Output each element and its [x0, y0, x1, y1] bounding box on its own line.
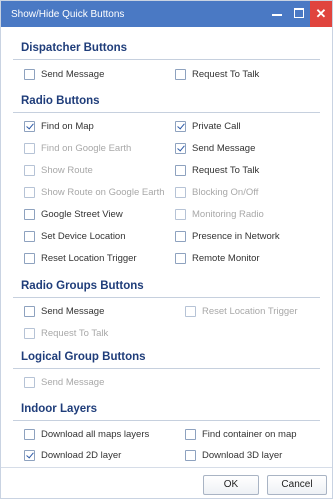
- checkbox-label: Send Message: [41, 306, 105, 317]
- checkbox-label: Google Street View: [41, 209, 123, 220]
- section-title-logical-group-buttons: Logical Group Buttons: [21, 351, 146, 363]
- checkbox-label: Request To Talk: [41, 328, 109, 339]
- checkbox-box[interactable]: [24, 429, 35, 440]
- window-title: Show/Hide Quick Buttons: [11, 9, 125, 20]
- cancel-button[interactable]: Cancel: [267, 475, 327, 495]
- checkbox-box[interactable]: [185, 429, 196, 440]
- checkbox-box[interactable]: [24, 187, 35, 198]
- checkbox-label: Find container on map: [202, 429, 297, 440]
- section-title-dispatcher-buttons: Dispatcher Buttons: [21, 42, 128, 54]
- section-title-indoor-layers: Indoor Layers: [21, 403, 98, 415]
- show-hide-quick-buttons-dialog: Show/Hide Quick Buttons ✕ Dispatcher But…: [0, 0, 333, 499]
- section-title-radio-buttons: Radio Buttons: [21, 95, 100, 107]
- divider: [13, 420, 320, 421]
- close-icon: ✕: [315, 6, 327, 21]
- checkbox-box[interactable]: [24, 121, 35, 132]
- checkbox-box[interactable]: [175, 231, 186, 242]
- checkbox-label: Remote Monitor: [192, 253, 260, 264]
- minimize-button[interactable]: [267, 1, 287, 27]
- checkbox-box[interactable]: [175, 187, 186, 198]
- checkbox-label: Find on Google Earth: [41, 143, 132, 154]
- checkbox-label: Download 2D layer: [41, 450, 122, 461]
- checkbox-label: Set Device Location: [41, 231, 126, 242]
- checkbox-box[interactable]: [24, 143, 35, 154]
- checkbox-label: Presence in Network: [192, 231, 280, 242]
- checkbox-label: Private Call: [192, 121, 241, 132]
- divider: [13, 112, 320, 113]
- checkbox-box[interactable]: [24, 231, 35, 242]
- checkbox-box[interactable]: [24, 377, 35, 388]
- checkbox-box[interactable]: [175, 69, 186, 80]
- ok-button[interactable]: OK: [203, 475, 259, 495]
- minimize-icon: [272, 14, 282, 16]
- checkbox-label: Send Message: [41, 377, 105, 388]
- maximize-button[interactable]: [289, 1, 309, 27]
- checkbox-box[interactable]: [24, 165, 35, 176]
- maximize-icon: [294, 8, 304, 18]
- checkbox-label: Send Message: [192, 143, 256, 154]
- close-button[interactable]: ✕: [310, 1, 332, 27]
- checkbox-label: Request To Talk: [192, 69, 260, 80]
- checkbox-label: Reset Location Trigger: [202, 306, 298, 317]
- checkbox-box[interactable]: [24, 328, 35, 339]
- divider: [13, 297, 320, 298]
- footer-divider: [1, 467, 332, 468]
- checkbox-box[interactable]: [185, 450, 196, 461]
- checkbox-box[interactable]: [185, 306, 196, 317]
- checkbox-box[interactable]: [175, 253, 186, 264]
- checkbox-label: Show Route on Google Earth: [41, 187, 165, 198]
- checkbox-label: Request To Talk: [192, 165, 260, 176]
- checkbox-box[interactable]: [24, 450, 35, 461]
- checkbox-label: Blocking On/Off: [192, 187, 259, 198]
- checkbox-box[interactable]: [175, 165, 186, 176]
- title-bar[interactable]: Show/Hide Quick Buttons ✕: [1, 1, 332, 27]
- checkbox-box[interactable]: [24, 69, 35, 80]
- checkbox-box[interactable]: [175, 209, 186, 220]
- checkbox-label: Find on Map: [41, 121, 94, 132]
- checkbox-box[interactable]: [24, 253, 35, 264]
- checkbox-label: Download all maps layers: [41, 429, 150, 440]
- divider: [13, 59, 320, 60]
- checkbox-box[interactable]: [175, 143, 186, 154]
- section-title-radio-groups-buttons: Radio Groups Buttons: [21, 280, 144, 292]
- checkbox-label: Reset Location Trigger: [41, 253, 137, 264]
- checkbox-box[interactable]: [24, 306, 35, 317]
- divider: [13, 368, 320, 369]
- checkbox-box[interactable]: [175, 121, 186, 132]
- checkbox-label: Send Message: [41, 69, 105, 80]
- checkbox-label: Download 3D layer: [202, 450, 283, 461]
- checkbox-box[interactable]: [24, 209, 35, 220]
- checkbox-label: Show Route: [41, 165, 93, 176]
- checkbox-label: Monitoring Radio: [192, 209, 264, 220]
